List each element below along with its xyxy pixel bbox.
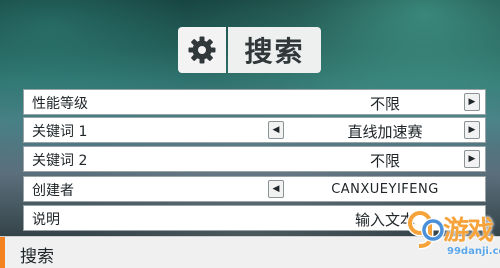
row-label: 性能等级 xyxy=(32,96,88,112)
filter-row-creator[interactable]: 创建者 ◀ CANXUEYIFENG xyxy=(23,176,486,202)
prev-arrow-icon[interactable]: ◀ xyxy=(268,121,284,139)
accent-stripe xyxy=(0,237,5,268)
watermark-text: 游戏 xyxy=(443,216,494,246)
row-label: 说明 xyxy=(32,212,60,228)
row-value: 直线加速赛 xyxy=(347,123,423,141)
gear-icon xyxy=(188,36,216,64)
watermark-logo: 游戏 99danji.com xyxy=(405,206,500,264)
next-arrow-icon[interactable]: ▶ xyxy=(464,93,480,111)
settings-button[interactable] xyxy=(178,27,226,73)
filter-row-keyword-1[interactable]: 关键词 1 ◀ 直线加速赛 ▶ xyxy=(23,117,486,143)
watermark-domain: 99danji.com xyxy=(447,246,500,257)
next-arrow-icon[interactable]: ▶ xyxy=(464,121,480,139)
row-value: CANXUEYIFENG xyxy=(331,182,439,197)
search-button-label: 搜索 xyxy=(20,247,54,267)
next-arrow-icon[interactable]: ▶ xyxy=(464,150,480,168)
row-value: 不限 xyxy=(369,95,400,113)
row-value: 不限 xyxy=(369,152,400,170)
row-label: 创建者 xyxy=(32,183,74,199)
page-title: 搜索 xyxy=(228,27,321,73)
row-label: 关键词 2 xyxy=(32,153,88,169)
filter-row-performance[interactable]: 性能等级 不限 ▶ xyxy=(23,89,486,115)
page-header: 搜索 xyxy=(178,27,321,73)
filter-row-keyword-2[interactable]: 关键词 2 不限 ▶ xyxy=(23,146,486,172)
row-label: 关键词 1 xyxy=(32,124,88,140)
prev-arrow-icon[interactable]: ◀ xyxy=(268,180,284,198)
